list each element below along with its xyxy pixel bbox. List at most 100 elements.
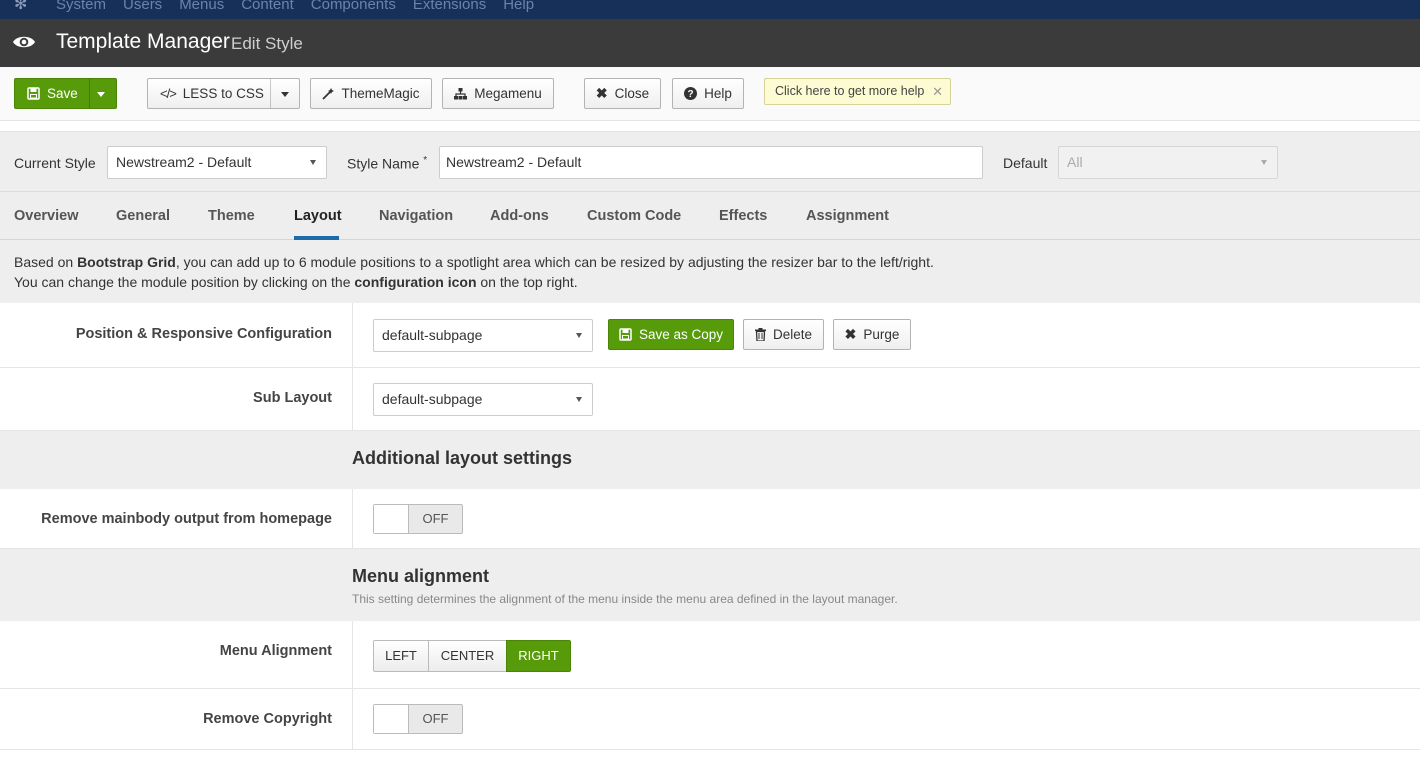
toggle-state: OFF xyxy=(422,711,449,726)
magic-wand-icon xyxy=(322,87,335,100)
remove-copyright-row: Remove Copyright OFF xyxy=(0,689,1420,750)
trash-icon xyxy=(754,328,766,341)
position-config-value: default-subpage xyxy=(382,327,483,343)
code-icon: </> xyxy=(160,86,177,101)
menu-content[interactable]: Content xyxy=(241,0,294,13)
sub-layout-value: default-subpage xyxy=(382,391,483,407)
megamenu-label: Megamenu xyxy=(474,86,542,101)
layout-info: Based on Bootstrap Grid, you can add up … xyxy=(0,240,1420,303)
tab-custom-code[interactable]: Custom Code xyxy=(587,208,681,224)
less-to-css-button[interactable]: </> LESS to CSS xyxy=(147,78,300,109)
remove-mainbody-label: Remove mainbody output from homepage xyxy=(41,511,332,527)
remove-mainbody-row: Remove mainbody output from homepage OFF xyxy=(0,489,1420,549)
toggle-state: OFF xyxy=(422,511,449,526)
save-button[interactable]: Save xyxy=(14,78,117,109)
tab-theme[interactable]: Theme xyxy=(208,208,255,224)
purge-label: Purge xyxy=(863,327,900,342)
close-icon: ✖ xyxy=(844,326,857,342)
toggle-knob xyxy=(374,705,409,733)
remove-copyright-label: Remove Copyright xyxy=(203,711,332,727)
menu-menus[interactable]: Menus xyxy=(179,0,224,13)
section-heading: Menu alignment xyxy=(352,566,490,586)
less-to-css-label: LESS to CSS xyxy=(182,86,264,101)
help-tooltip-text: Click here to get more help xyxy=(775,84,925,98)
menu-alignment-section: Menu alignment This setting determines t… xyxy=(0,549,1420,621)
sub-layout-select[interactable]: default-subpage xyxy=(373,383,593,416)
menu-alignment-label: Menu Alignment xyxy=(219,643,332,659)
default-label: Default xyxy=(1003,155,1048,171)
top-menu: System Users Menus Content Components Ex… xyxy=(56,0,534,13)
section-description: This setting determines the alignment of… xyxy=(352,592,898,606)
delete-label: Delete xyxy=(772,327,813,342)
sub-layout-row: Sub Layout default-subpage xyxy=(0,368,1420,431)
eye-icon xyxy=(12,32,36,52)
question-circle-icon: ? xyxy=(684,87,698,100)
save-icon xyxy=(619,328,632,341)
help-label: Help xyxy=(704,86,732,101)
menu-components[interactable]: Components xyxy=(311,0,396,13)
save-as-copy-label: Save as Copy xyxy=(638,327,724,342)
position-config-select[interactable]: default-subpage xyxy=(373,319,593,352)
tab-effects[interactable]: Effects xyxy=(719,208,767,224)
chevron-down-icon[interactable] xyxy=(281,92,289,97)
menu-help[interactable]: Help xyxy=(503,0,534,13)
position-config-label: Position & Responsive Configuration xyxy=(75,326,332,342)
help-button[interactable]: ? Help xyxy=(672,78,744,109)
purge-button[interactable]: ✖ Purge xyxy=(833,319,911,350)
chevron-down-icon xyxy=(310,160,316,165)
sitemap-icon xyxy=(454,87,468,100)
menu-extensions[interactable]: Extensions xyxy=(413,0,486,13)
default-value: All xyxy=(1067,154,1083,170)
current-style-value: Newstream2 - Default xyxy=(116,154,252,170)
top-navbar: ✻ System Users Menus Content Components … xyxy=(0,0,1420,19)
title-bar: Template Manager Edit Style xyxy=(0,19,1420,67)
chevron-down-icon xyxy=(1261,160,1267,165)
toolbar: Save </> LESS to CSS ThemeMagic Megamenu… xyxy=(0,67,1420,121)
thememagic-button[interactable]: ThemeMagic xyxy=(310,78,432,109)
page-subtitle: Edit Style xyxy=(231,34,303,53)
chevron-down-icon xyxy=(576,397,582,402)
menu-alignment-group: LEFT CENTER RIGHT xyxy=(373,640,571,672)
save-as-copy-button[interactable]: Save as Copy xyxy=(608,319,734,350)
tab-overview[interactable]: Overview xyxy=(14,208,79,224)
tab-add-ons[interactable]: Add-ons xyxy=(490,208,549,224)
tab-assignment[interactable]: Assignment xyxy=(806,208,889,224)
close-icon: ✖ xyxy=(595,85,608,101)
megamenu-button[interactable]: Megamenu xyxy=(442,78,554,109)
save-label: Save xyxy=(47,86,78,101)
default-select: All xyxy=(1058,146,1278,179)
style-name-label: Style Name * xyxy=(347,155,428,172)
align-right-button[interactable]: RIGHT xyxy=(506,640,571,672)
close-icon[interactable]: ✕ xyxy=(932,79,943,104)
info-line-2: You can change the module position by cl… xyxy=(14,274,578,290)
sub-layout-label: Sub Layout xyxy=(253,390,332,406)
svg-text:?: ? xyxy=(688,89,694,100)
tab-layout[interactable]: Layout xyxy=(294,208,342,224)
thememagic-label: ThemeMagic xyxy=(341,86,420,101)
close-button[interactable]: ✖ Close xyxy=(584,78,661,109)
menu-system[interactable]: System xyxy=(56,0,106,13)
position-config-row: Position & Responsive Configuration defa… xyxy=(0,303,1420,368)
toggle-knob xyxy=(374,505,409,533)
align-center-button[interactable]: CENTER xyxy=(428,640,507,672)
chevron-down-icon[interactable] xyxy=(97,92,105,97)
menu-alignment-row: Menu Alignment LEFT CENTER RIGHT xyxy=(0,621,1420,689)
close-label: Close xyxy=(614,86,650,101)
current-style-label: Current Style xyxy=(14,155,96,171)
settings-tabs: Overview General Theme Layout Navigation… xyxy=(0,192,1420,240)
current-style-select[interactable]: Newstream2 - Default xyxy=(107,146,327,179)
remove-mainbody-toggle[interactable]: OFF xyxy=(373,504,463,534)
section-heading: Additional layout settings xyxy=(352,448,573,468)
remove-copyright-toggle[interactable]: OFF xyxy=(373,704,463,734)
joomla-logo-icon[interactable]: ✻ xyxy=(14,0,32,15)
menu-users[interactable]: Users xyxy=(123,0,162,13)
align-left-button[interactable]: LEFT xyxy=(373,640,429,672)
tab-general[interactable]: General xyxy=(116,208,170,224)
style-settings-row: Current Style Newstream2 - Default Style… xyxy=(0,131,1420,192)
save-icon xyxy=(27,87,40,100)
help-tooltip[interactable]: Click here to get more help ✕ xyxy=(764,78,951,105)
style-name-input[interactable]: Newstream2 - Default xyxy=(439,146,983,179)
delete-button[interactable]: Delete xyxy=(743,319,824,350)
tab-navigation[interactable]: Navigation xyxy=(379,208,453,224)
chevron-down-icon xyxy=(576,333,582,338)
